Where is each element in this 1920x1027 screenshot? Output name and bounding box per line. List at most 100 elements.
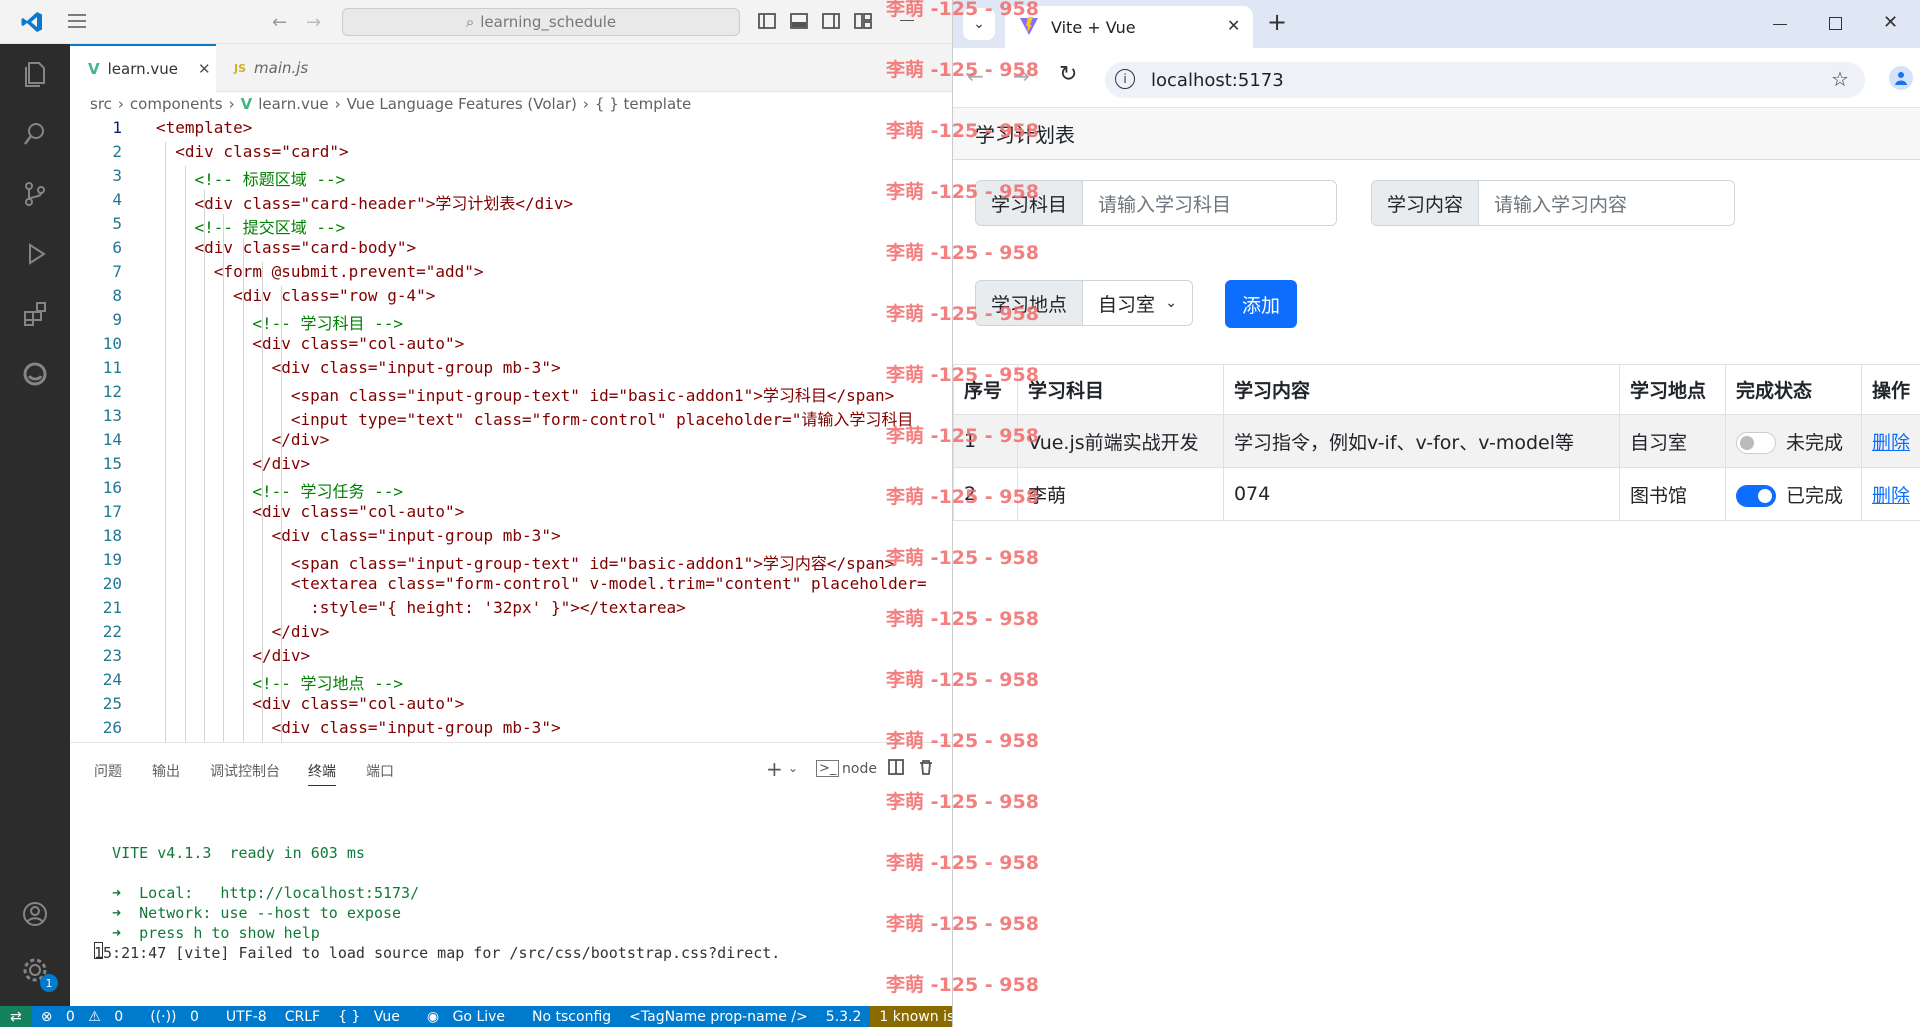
site-info-icon[interactable]: i [1115, 69, 1135, 89]
new-terminal-icon[interactable]: + [766, 757, 783, 781]
indent-guide [203, 190, 205, 742]
search-icon[interactable] [19, 118, 51, 150]
tab-label: learn.vue [107, 60, 178, 78]
line-number: 17 [102, 502, 122, 521]
terminal-output[interactable]: VITE v4.1.3 ready in 603 ms ➜ Local: htt… [94, 823, 780, 963]
header-content: 学习内容 [1222, 364, 1620, 415]
code-line: <div class="col-auto"> [156, 502, 465, 521]
toggle-sidebar-icon[interactable] [758, 13, 776, 33]
version-status[interactable]: 5.3.2 [817, 1009, 871, 1025]
tagname-status[interactable]: <TagName prop-name /> [620, 1009, 817, 1025]
address-bar[interactable]: i localhost:5173 ☆ [1105, 62, 1865, 98]
indent-guide [281, 286, 283, 742]
watermark-text: 李萌 -125 - 958 [886, 364, 1039, 386]
vue-icon: V [88, 60, 100, 78]
code-line: <div class="col-auto"> [156, 334, 465, 353]
back-arrow-icon[interactable]: ← [272, 12, 287, 33]
split-terminal-icon[interactable] [888, 759, 904, 779]
header-action: 操作 [1860, 364, 1920, 415]
row-subject: Vue.js前端实战开发 [1016, 414, 1224, 468]
breadcrumb-item[interactable]: { } template [595, 95, 691, 113]
close-icon[interactable]: ✕ [198, 60, 211, 78]
ports-status[interactable]: ((·)) 0 [141, 1009, 217, 1025]
edge-devtools-icon[interactable] [19, 358, 51, 390]
tab-problems[interactable]: 问题 [94, 761, 122, 781]
add-button[interactable]: 添加 [1225, 280, 1297, 328]
line-number: 15 [102, 454, 122, 473]
terminal-name[interactable]: node [842, 761, 877, 777]
encoding-status[interactable]: UTF-8 [217, 1009, 276, 1025]
subject-input[interactable]: 请输入学习科目 [1083, 181, 1336, 225]
place-select[interactable]: 自习室 ⌄ [1083, 281, 1192, 325]
trash-icon[interactable] [918, 759, 934, 779]
line-number: 2 [112, 142, 122, 161]
terminal-icon: >_ [816, 760, 840, 777]
tab-ports[interactable]: 端口 [366, 761, 394, 781]
bookmark-star-icon[interactable]: ☆ [1831, 67, 1849, 91]
status-bar: ⇄ ⊗ 0 ⚠ 0 ((·)) 0 UTF-8 CRLF { } Vue ◉ G… [0, 1006, 952, 1027]
content-input-group: 学习内容 请输入学习内容 [1371, 180, 1735, 226]
forward-arrow-icon[interactable]: → [306, 12, 321, 33]
tab-terminal[interactable]: 终端 [308, 761, 336, 786]
eol-status[interactable]: CRLF [276, 1009, 329, 1025]
bottom-panel: 问题 输出 调试控制台 终端 端口 + ⌄ >_ node VITE v4.1.… [70, 742, 952, 1006]
terminal-line: ➜ press h to show help [94, 924, 320, 942]
status-toggle[interactable] [1735, 432, 1776, 454]
breadcrumb-item[interactable]: learn.vue [258, 95, 328, 113]
place-select-value: 自习室 [1098, 293, 1156, 316]
reload-icon[interactable]: ↻ [1059, 62, 1077, 87]
profile-avatar[interactable] [1889, 66, 1913, 90]
explorer-icon[interactable] [19, 58, 51, 90]
window-maximize-icon[interactable] [1829, 17, 1842, 30]
content-textarea[interactable]: 请输入学习内容 [1479, 181, 1734, 225]
menu-icon[interactable] [68, 13, 86, 33]
header-place: 学习地点 [1618, 364, 1726, 415]
browser-tab-active[interactable]: Vite + Vue ✕ [1005, 6, 1253, 48]
tab-learn-vue[interactable]: V learn.vue ✕ [70, 44, 216, 92]
layout-icon[interactable] [854, 13, 872, 33]
breadcrumb-item[interactable]: src [90, 95, 112, 113]
run-debug-icon[interactable] [19, 238, 51, 270]
content-label: 学习内容 [1372, 181, 1480, 225]
new-tab-icon[interactable]: + [1267, 8, 1287, 36]
known-issue-status[interactable]: 1 known issue [870, 1006, 952, 1027]
indent-guide [165, 142, 167, 742]
breadcrumb-item[interactable]: components [130, 95, 223, 113]
code-line: </div> [156, 454, 311, 473]
watermark-text: 李萌 -125 - 958 [886, 608, 1039, 630]
tab-main-js[interactable]: JS main.js [216, 44, 346, 92]
tab-debug-console[interactable]: 调试控制台 [210, 761, 280, 781]
language-status[interactable]: { } Vue [329, 1009, 418, 1025]
line-number: 26 [102, 718, 122, 737]
problems-status[interactable]: ⊗ 0 ⚠ 0 [32, 1009, 141, 1025]
command-center-search[interactable]: ⌕ learning_schedule [342, 8, 740, 36]
delete-link[interactable]: 删除 [1872, 432, 1910, 454]
watermark-text: 李萌 -125 - 958 [886, 0, 1039, 20]
go-live-button[interactable]: ◉ Go Live [418, 1009, 523, 1025]
tab-output[interactable]: 输出 [152, 761, 180, 781]
card-header: 学习计划表 [953, 108, 1920, 160]
remote-icon[interactable]: ⇄ [0, 1006, 32, 1027]
delete-link[interactable]: 删除 [1872, 485, 1910, 507]
account-icon[interactable] [19, 898, 51, 930]
status-toggle[interactable] [1735, 485, 1776, 507]
row-action-cell: 删除 [1860, 467, 1920, 521]
window-minimize-icon[interactable] [1773, 24, 1787, 25]
extensions-icon[interactable] [19, 298, 51, 330]
tsconfig-status[interactable]: No tsconfig [523, 1009, 620, 1025]
source-control-icon[interactable] [19, 178, 51, 210]
row-status-cell: 已完成 [1724, 467, 1862, 521]
breadcrumb-item[interactable]: Vue Language Features (Volar) [347, 95, 577, 113]
table-row: 2 李萌 074 图书馆 已完成 删除 [953, 467, 1920, 521]
toggle-panel-icon[interactable] [790, 13, 808, 33]
window-close-icon[interactable]: ✕ [1883, 12, 1898, 33]
toggle-secondary-sidebar-icon[interactable] [822, 13, 840, 33]
close-tab-icon[interactable]: ✕ [1227, 16, 1240, 35]
tab-label: main.js [254, 59, 309, 77]
code-editor[interactable]: 1 <template> 2 <div class="card"> 3 <!-- 标题… [70, 116, 952, 742]
activity-bar: 1 [0, 44, 70, 1006]
settings-badge: 1 [40, 974, 58, 992]
code-line: <form @submit.prevent="add"> [156, 262, 484, 281]
js-icon: JS [234, 61, 247, 75]
chevron-down-icon[interactable]: ⌄ [788, 761, 798, 775]
